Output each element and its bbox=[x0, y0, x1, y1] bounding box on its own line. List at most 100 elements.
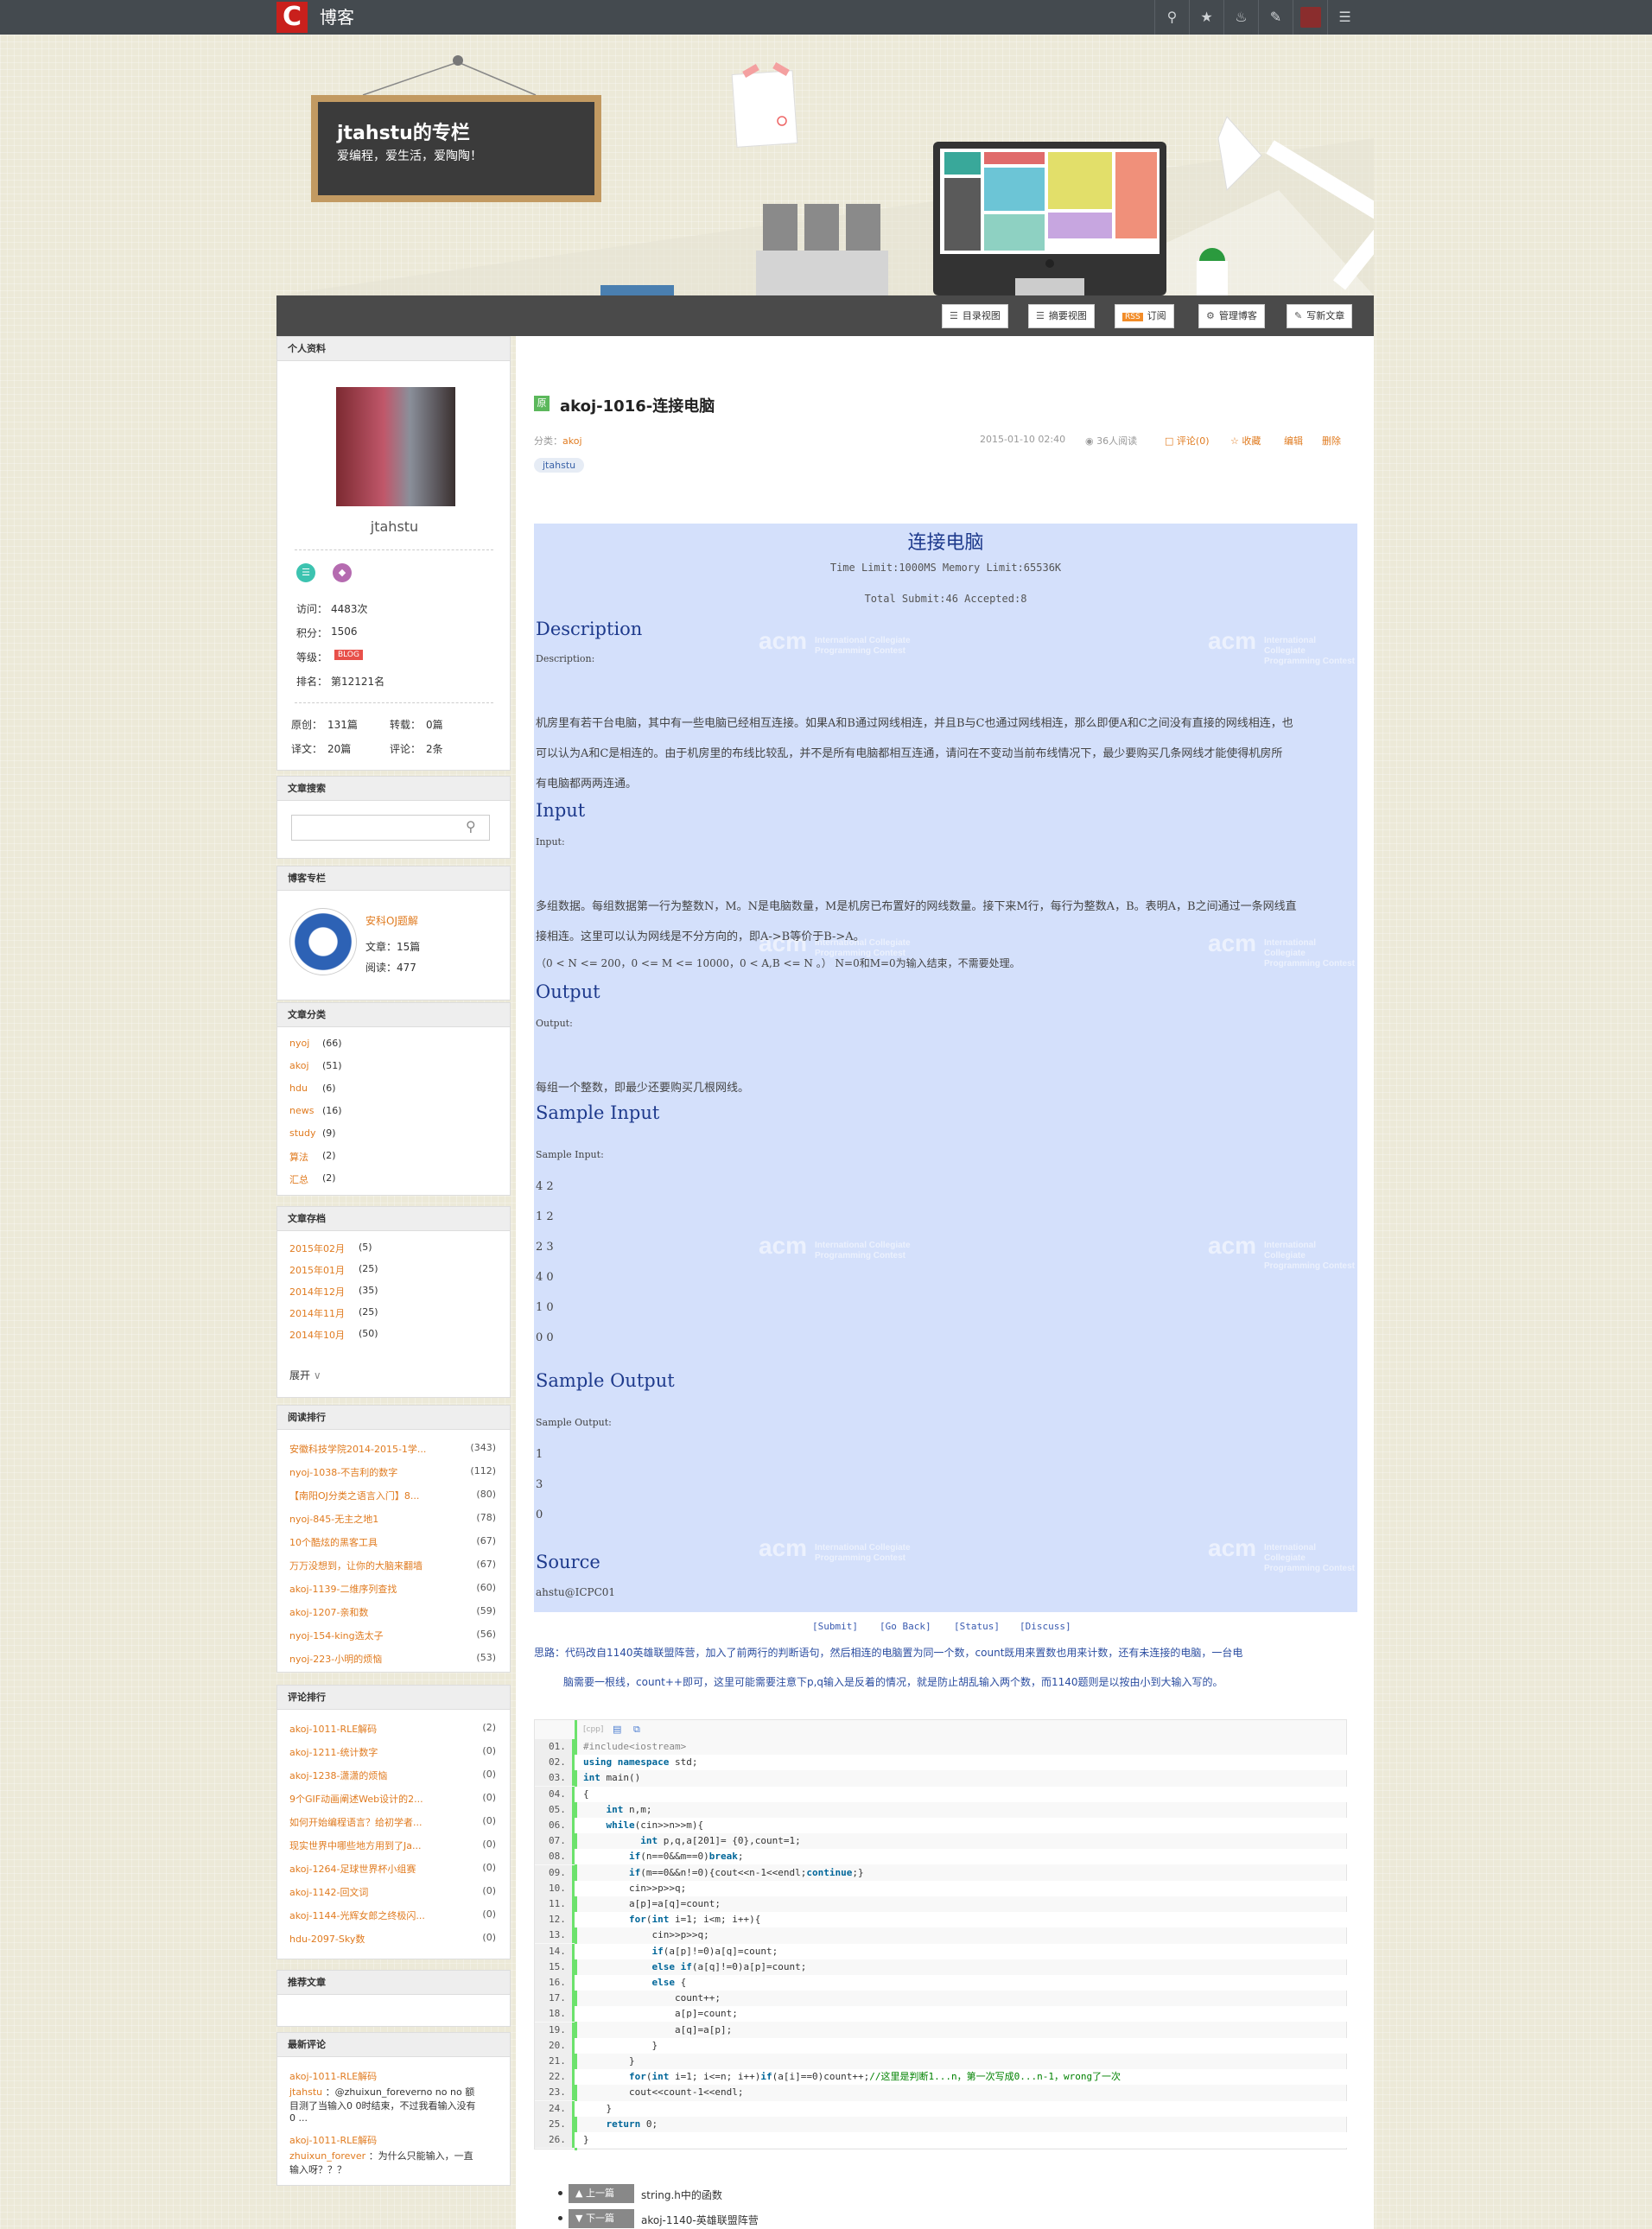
delete-link[interactable]: 删除 bbox=[1322, 434, 1341, 448]
comment-author-link[interactable]: zhuixun_forever bbox=[289, 2150, 365, 2162]
list-item-link[interactable]: nyoj-845-无主之地1 bbox=[289, 1512, 378, 1526]
blog-title[interactable]: jtahstu的专栏 bbox=[337, 117, 470, 145]
comment-post-link[interactable]: akoj-1011-RLE解码 bbox=[289, 2133, 377, 2147]
list-item-link[interactable]: 安徽科技学院2014-2015-1学... bbox=[289, 1442, 426, 1456]
list-item-link[interactable]: 算法 bbox=[289, 1150, 308, 1164]
list-item-link[interactable]: akoj-1211-统计数字 bbox=[289, 1745, 378, 1759]
list-item-link[interactable]: hdu bbox=[289, 1083, 308, 1094]
prev-post-link[interactable]: string.h中的函数 bbox=[641, 2188, 722, 2202]
manage-blog-button[interactable]: ⚙ 管理博客 bbox=[1198, 304, 1265, 328]
search-icon[interactable]: ⚲ bbox=[1154, 0, 1189, 35]
problem-title: 连接电脑 bbox=[907, 532, 984, 554]
list-item-link[interactable]: 2015年02月 bbox=[289, 1242, 345, 1255]
list-item-count: (2) bbox=[322, 1172, 336, 1184]
list-item-link[interactable]: nyoj bbox=[289, 1038, 309, 1049]
list-item-link[interactable]: 2014年12月 bbox=[289, 1285, 345, 1299]
list-item-link[interactable]: 如何开始编程语言？给初学者... bbox=[289, 1815, 423, 1829]
list-item-link[interactable]: nyoj-223-小明的烦恼 bbox=[289, 1652, 382, 1666]
category-link[interactable]: akoj bbox=[562, 435, 582, 447]
write-article-button[interactable]: ✎ 写新文章 bbox=[1287, 304, 1353, 328]
description-text: 机房里有若干台电脑，其中有一些电脑已经相互连接。如果A和B通过网线相连，并且B与… bbox=[536, 717, 1293, 730]
code-lang-tag: [cpp] bbox=[583, 1725, 604, 1734]
list-item-link[interactable]: akoj bbox=[289, 1060, 309, 1071]
summary-view-button[interactable]: ☰ 摘要视图 bbox=[1028, 304, 1095, 328]
category-label: 分类： bbox=[534, 435, 562, 447]
comment-link[interactable]: □ 评论(0) bbox=[1165, 434, 1210, 448]
submit-link[interactable]: [Submit] bbox=[812, 1621, 858, 1632]
list-item-count: (80) bbox=[476, 1489, 496, 1500]
medal-icon[interactable]: ☰ bbox=[296, 563, 315, 582]
code-line: 10. cin>>p>>q; bbox=[535, 1880, 1348, 1896]
edit-icon[interactable]: ✎ bbox=[1258, 0, 1293, 35]
bullet bbox=[558, 2216, 562, 2220]
bell-icon[interactable]: ♨ bbox=[1223, 0, 1258, 35]
menu-icon[interactable]: ☰ bbox=[1327, 0, 1362, 35]
input-text: （0 < N <= 200，0 <= M <= 10000，0 < A,B <=… bbox=[536, 957, 1020, 969]
copy-icon[interactable]: ⧉ bbox=[633, 1724, 640, 1736]
list-item-link[interactable]: 汇总 bbox=[289, 1172, 308, 1186]
input-text: 多组数据。每组数据第一行为整数N，M。N是电脑数量，M是机房已布置好的网线数量。… bbox=[536, 900, 1297, 913]
star-icon[interactable]: ★ bbox=[1189, 0, 1223, 35]
panel-title: 阅读排行 bbox=[277, 1406, 510, 1430]
list-item-link[interactable]: 2014年10月 bbox=[289, 1328, 345, 1342]
line-number: 14. bbox=[535, 1943, 575, 1959]
watermark: International Collegiate Programming Con… bbox=[815, 636, 911, 656]
list-item-link[interactable]: akoj-1139-二维序列查找 bbox=[289, 1582, 397, 1596]
search-icon[interactable]: ⚲ bbox=[466, 818, 476, 835]
list-item-link[interactable]: akoj-1142-回文词 bbox=[289, 1885, 368, 1899]
go-back-link[interactable]: [Go Back] bbox=[880, 1621, 931, 1632]
search-input[interactable] bbox=[291, 815, 490, 841]
code-line: 15. else if(a[q]!=0)a[p]=count; bbox=[535, 1959, 1348, 1975]
list-item-link[interactable]: nyoj-1038-不吉利的数字 bbox=[289, 1465, 397, 1479]
rss-button[interactable]: RSS 订阅 bbox=[1115, 304, 1174, 328]
article-title[interactable]: akoj-1016-连接电脑 bbox=[560, 394, 715, 416]
list-item-link[interactable]: nyoj-154-king选太子 bbox=[289, 1629, 384, 1642]
list-item-link[interactable]: akoj-1011-RLE解码 bbox=[289, 1722, 377, 1736]
edit-link[interactable]: 编辑 bbox=[1284, 434, 1303, 448]
next-post-button[interactable]: ▼ 下一篇 bbox=[569, 2209, 634, 2228]
translation-value: 20篇 bbox=[327, 743, 352, 755]
comment-author-link[interactable]: jtahstu bbox=[289, 2086, 322, 2098]
list-item-link[interactable]: 万万没想到，让你的大脑来翻墙 bbox=[289, 1559, 423, 1572]
profile-avatar[interactable] bbox=[336, 387, 455, 506]
avatar[interactable] bbox=[1293, 0, 1327, 35]
list-item-link[interactable]: 2015年01月 bbox=[289, 1263, 345, 1277]
write-icon: ✎ bbox=[1294, 310, 1303, 321]
list-item-link[interactable]: akoj-1238-潇潇的烦恼 bbox=[289, 1769, 387, 1782]
list-item-link[interactable]: akoj-1144-光辉女郎之终极闪... bbox=[289, 1908, 425, 1922]
comment-post-link[interactable]: akoj-1011-RLE解码 bbox=[289, 2069, 377, 2083]
next-post-link[interactable]: akoj-1140-英雄联盟阵营 bbox=[641, 2213, 759, 2227]
list-item-link[interactable]: 2014年11月 bbox=[289, 1306, 345, 1320]
list-item-link[interactable]: 【南阳OJ分类之语言入门】8... bbox=[289, 1489, 419, 1502]
csdn-logo[interactable]: C bbox=[276, 2, 308, 33]
status-link[interactable]: [Status] bbox=[954, 1621, 1000, 1632]
list-item-link[interactable]: akoj-1207-亲和数 bbox=[289, 1605, 368, 1619]
list-item-link[interactable]: 10个酷炫的黑客工具 bbox=[289, 1535, 378, 1549]
profile-username[interactable]: jtahstu bbox=[277, 518, 511, 535]
code-line: 16. else { bbox=[535, 1975, 1348, 1991]
brand-title[interactable]: 博客 bbox=[320, 0, 354, 35]
favorite-link[interactable]: ☆ 收藏 bbox=[1230, 434, 1261, 448]
column-name-link[interactable]: 安科OJ题解 bbox=[365, 913, 418, 928]
article-tag[interactable]: jtahstu bbox=[534, 458, 585, 473]
badge-icon[interactable]: ◆ bbox=[333, 563, 352, 582]
expand-archive-button[interactable]: 展开 ∨ bbox=[289, 1368, 321, 1382]
list-item-link[interactable]: 9个GIF动画阐述Web设计的2... bbox=[289, 1792, 423, 1806]
code-text: cin>>p>>q; bbox=[651, 1929, 709, 1941]
list-item-link[interactable]: study bbox=[289, 1127, 316, 1139]
list-item-link[interactable]: akoj-1264-足球世界杯小组赛 bbox=[289, 1862, 416, 1876]
code-text: else if(a[q]!=0)a[p]=count; bbox=[651, 1960, 807, 1972]
code-text: count++; bbox=[674, 1992, 721, 2004]
list-item-link[interactable]: 现实世界中哪些地方用到了Ja... bbox=[289, 1838, 421, 1852]
discuss-link[interactable]: [Discuss] bbox=[1020, 1621, 1071, 1632]
toc-view-button[interactable]: ☰ 目录视图 bbox=[942, 304, 1008, 328]
prev-post-button[interactable]: ▲ 上一篇 bbox=[569, 2184, 634, 2203]
line-number: 07. bbox=[535, 1833, 575, 1850]
line-number: 09. bbox=[535, 1864, 575, 1881]
column-logo[interactable] bbox=[289, 908, 357, 975]
list-item-link[interactable]: news bbox=[289, 1105, 314, 1116]
list-item-link[interactable]: hdu-2097-Sky数 bbox=[289, 1932, 365, 1946]
comment-text: 0 ... bbox=[289, 2112, 308, 2124]
code-line: 26.} bbox=[535, 2132, 1348, 2148]
view-plain-icon[interactable]: ▤ bbox=[613, 1724, 621, 1735]
